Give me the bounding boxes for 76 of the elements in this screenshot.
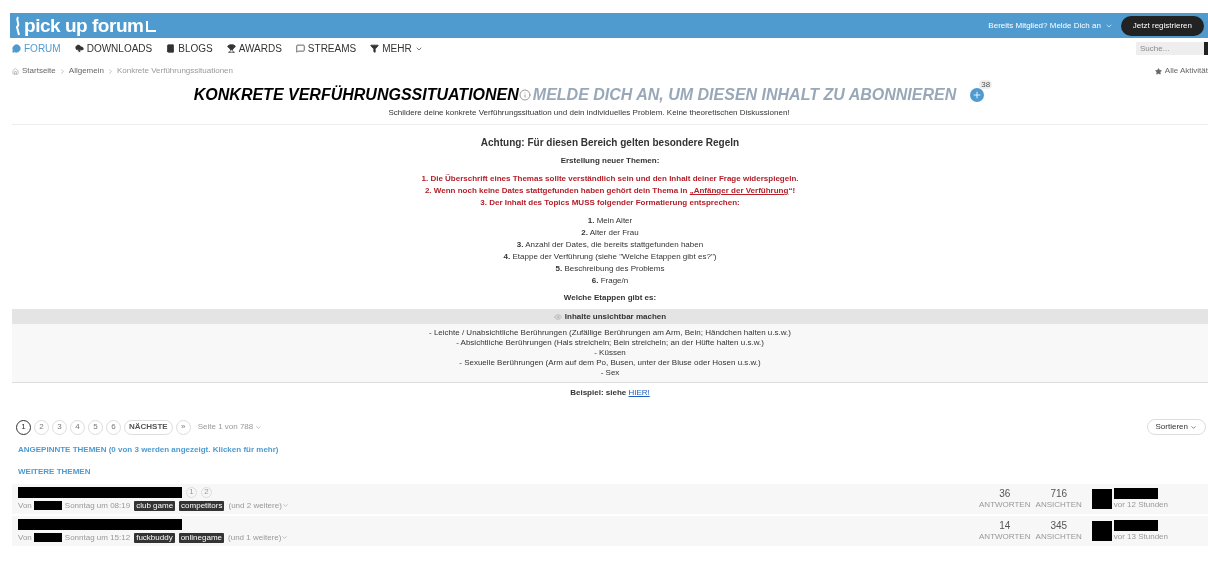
topic-date: Sonntag um 08:19 [64,499,131,512]
funnel-icon [370,44,380,53]
nav-tab[interactable]: AWARDS [226,41,282,56]
topic-tag[interactable]: club game [134,500,176,511]
caret-icon [255,423,263,431]
format-item: 1. Mein Alter [586,215,634,227]
format-item: 5. Beschreibung des Problems [554,263,666,275]
nav-tab[interactable]: STREAMS [295,41,357,56]
subscribe-notice: MELDE DICH AN, UM DIESEN INHALT ZU ABONNIEREN [532,85,957,105]
view-count: 345 [1050,519,1068,531]
caret-icon [1190,423,1197,431]
rules-heading: Achtung: Für diesen Bereich gelten besondere Regeln [480,136,740,150]
nav-tab[interactable]: BLOGS [166,41,213,56]
rule-line: 3. Der Inhalt des Topics MUSS folgender Formatierung entsprechen: [479,197,741,209]
rules-subheading: Erstellung neuer Themen: [560,155,660,167]
author-prefix: Von [18,531,32,544]
activity-link[interactable]: Alle Aktivität [1164,65,1208,77]
format-item: 2. Alter der Frau [580,227,640,239]
cloud-icon [74,44,84,53]
nav-tab[interactable]: MEHR [370,41,423,56]
reply-label: ANTWORTEN [979,530,1031,543]
nav-tab[interactable]: DOWNLOADS [74,41,153,56]
reply-label: ANTWORTEN [979,498,1031,511]
view-label: ANSICHTEN [1035,530,1082,543]
breadcrumb-link[interactable]: Startseite [22,65,56,77]
info-icon [518,89,531,101]
caret-icon [281,502,289,509]
register-button[interactable]: Jetzt registrieren [1120,15,1204,36]
eye-icon [553,312,562,321]
chevron-icon [106,67,114,75]
rule-line: 2. Wenn noch keine Dates stattgefunden haben gehört dein Thema in „Anfänger der Verführung“! [423,185,797,197]
example-link[interactable]: HIER! [628,388,650,397]
topic-date: Sonntag um 15:12 [64,531,131,544]
caret-icon [281,534,289,541]
forum-link[interactable]: „Anfänger der Verführung [689,186,789,195]
follower-count: 38 [979,80,993,89]
format-item: 4. Etappe der Verführung (siehe "Welche Etappen gibt es?") [503,251,717,263]
last-post-time: vor 12 Stunden [1113,498,1168,511]
trophy-icon [226,44,236,53]
view-count: 716 [1050,487,1068,499]
redacted-avatar [1091,521,1112,541]
format-item: 6. Frage/n [590,275,630,287]
chevron-icon [58,67,66,75]
redacted-username [1113,487,1158,499]
chat-bubble-icon [12,44,21,53]
redacted-author [33,533,62,542]
rule-line: 1. Die Überschrift eines Themas sollte verständlich sein und den Inhalt deiner Frage widerspiegeln. [421,173,799,185]
forum-title: KONKRETE VERFÜHRUNGSSITUATIONEN [193,84,519,105]
spoiler-toggle[interactable]: Inhalte unsichtbar machen [12,309,1208,324]
stage-line: - Sexuelle Berührungen (Arm auf dem Po, Busen, unter der Bluse oder Hosen u.s.w.) [459,358,761,368]
home-icon [12,67,19,75]
author-prefix: Von [18,499,32,512]
reply-count: 36 [999,487,1011,499]
redacted-username [1113,519,1158,531]
star-icon [1154,67,1162,75]
speech-bubble-icon [295,44,305,53]
example-line: Beispiel: siehe HIER! [569,387,651,399]
topic-tag[interactable]: fuckbuddy [134,532,175,543]
topic-tag[interactable]: onlinegame [178,532,225,543]
reply-count: 14 [999,519,1011,531]
follow-button[interactable] [970,88,985,102]
stage-line: - Leichte / Unabsichtliche Berührungen (Zufällige Berührungen am Arm, Bein; Händchen halten u.s.w.) [429,328,791,338]
stage-line: - Absichtliche Berührungen (Hals streicheln; Bein streicheln; an der Hüfte halten u.s.w.) [456,338,764,348]
topic-tag[interactable]: competitors [179,500,225,511]
redacted-author [33,501,62,510]
stages-heading: Welche Etappen gibt es: [563,292,657,304]
stage-line: - Sex [600,368,620,378]
forum-description: Schildere deine konkrete Verführungssituation und dein individuelles Problem. Keine theoretischen Diskussionen! [388,107,790,119]
search-field[interactable]: Suche... [1136,42,1204,55]
stage-line: - Küssen [594,348,626,358]
last-post-time: vor 13 Stunden [1113,530,1168,543]
breadcrumb-link[interactable]: Allgemein [68,65,104,77]
view-label: ANSICHTEN [1035,498,1082,511]
section-heading: WEITERE THEMEN [18,466,92,478]
format-item: 3. Anzahl der Dates, die bereits stattgefunden haben [515,239,705,251]
redacted-avatar [1091,489,1112,509]
